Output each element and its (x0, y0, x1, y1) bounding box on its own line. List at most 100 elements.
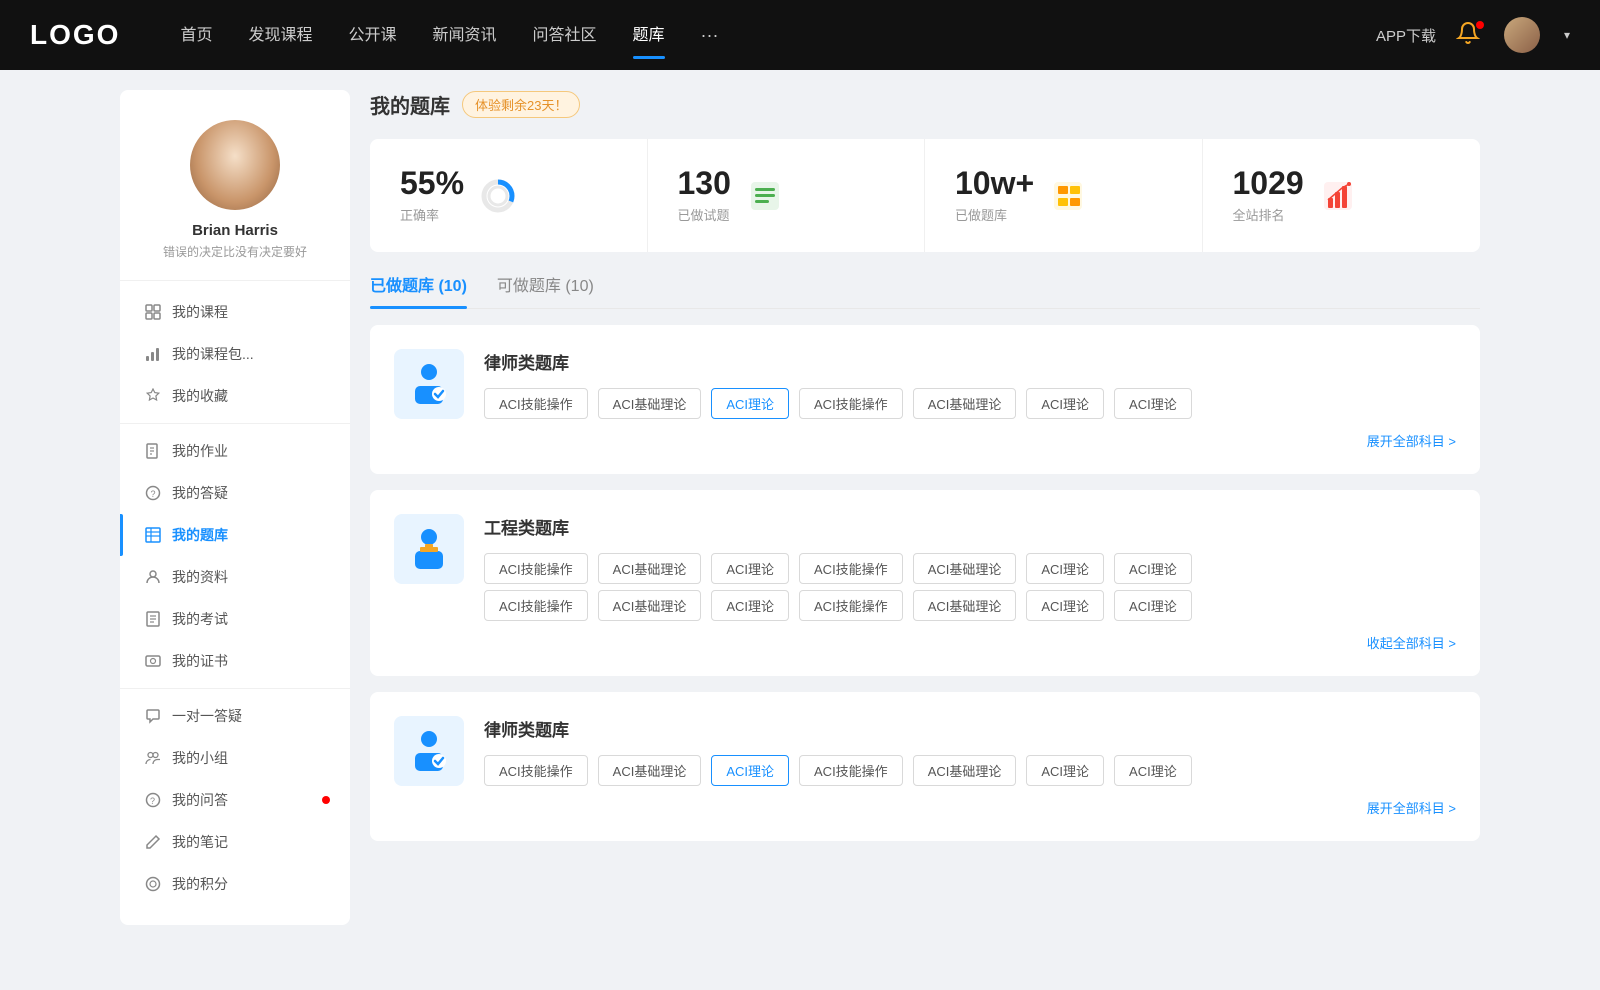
cert-icon (144, 652, 162, 670)
tag-3[interactable]: ACI技能操作 (799, 388, 903, 419)
qbank-card-engineer: 工程类题库 ACI技能操作 ACI基础理论 ACI理论 ACI技能操作 ACI基… (370, 490, 1480, 676)
l2-tag-2[interactable]: ACI理论 (711, 755, 789, 786)
tag-6[interactable]: ACI理论 (1114, 388, 1192, 419)
svg-text:?: ? (150, 796, 155, 806)
avatar-dropdown-arrow[interactable]: ▾ (1564, 28, 1570, 42)
pie-chart-icon (480, 178, 516, 214)
rank-chart-icon (1320, 178, 1356, 214)
nav-opencourse[interactable]: 公开课 (348, 21, 396, 49)
list-icon (747, 178, 783, 214)
sidebar-item-mydata[interactable]: 我的资料 (120, 556, 350, 598)
stat-accuracy-text: 55% 正确率 (400, 167, 464, 224)
eng-tag-13[interactable]: ACI理论 (1114, 590, 1192, 621)
tab-done[interactable]: 已做题库 (10) (370, 272, 467, 308)
sidebar-item-favorites[interactable]: 我的收藏 (120, 375, 350, 417)
l2-tag-1[interactable]: ACI基础理论 (598, 755, 702, 786)
l2-tag-6[interactable]: ACI理论 (1114, 755, 1192, 786)
qbank-engineer-tags-row1: ACI技能操作 ACI基础理论 ACI理论 ACI技能操作 ACI基础理论 AC… (484, 553, 1456, 584)
eng-tag-5[interactable]: ACI理论 (1026, 553, 1104, 584)
notification-bell[interactable] (1456, 21, 1484, 49)
eng-tag-6[interactable]: ACI理论 (1114, 553, 1192, 584)
sidebar-item-qbank[interactable]: 我的题库 (120, 514, 350, 556)
nav-qa[interactable]: 问答社区 (533, 21, 597, 49)
sidebar-item-mycourse[interactable]: 我的课程 (120, 291, 350, 333)
l2-tag-3[interactable]: ACI技能操作 (799, 755, 903, 786)
eng-tag-2[interactable]: ACI理论 (711, 553, 789, 584)
stat-rank-text: 1029 全站排名 (1233, 167, 1304, 224)
l2-tag-5[interactable]: ACI理论 (1026, 755, 1104, 786)
expand-link-1[interactable]: 展开全部科目 > (484, 425, 1456, 450)
l2-tag-4[interactable]: ACI基础理论 (913, 755, 1017, 786)
tag-4[interactable]: ACI基础理论 (913, 388, 1017, 419)
nav-more[interactable]: ··· (701, 25, 719, 46)
svg-text:?: ? (151, 489, 156, 499)
avatar[interactable] (1504, 17, 1540, 53)
qbank-lawyer-2-title: 律师类题库 (484, 716, 1456, 741)
eng-tag-11[interactable]: ACI基础理论 (913, 590, 1017, 621)
nav-news[interactable]: 新闻资讯 (433, 21, 497, 49)
qbank-engineer-title: 工程类题库 (484, 514, 1456, 539)
sidebar-item-mygroup[interactable]: 我的小组 (120, 737, 350, 779)
sidebar-item-mycert[interactable]: 我的证书 (120, 640, 350, 682)
eng-tag-1[interactable]: ACI基础理论 (598, 553, 702, 584)
sidebar-label-homework: 我的作业 (172, 441, 228, 461)
eng-tag-7[interactable]: ACI技能操作 (484, 590, 588, 621)
lawyer2-icon-wrap (394, 716, 464, 786)
eng-tag-0[interactable]: ACI技能操作 (484, 553, 588, 584)
stat-done-questions: 130 已做试题 (648, 139, 926, 252)
sidebar-item-coursepack[interactable]: 我的课程包... (120, 333, 350, 375)
divider (120, 423, 350, 424)
main-content: 我的题库 体验剩余23天！ 55% 正确率 (370, 90, 1480, 990)
eng-tag-10[interactable]: ACI技能操作 (799, 590, 903, 621)
notification-dot (1476, 21, 1484, 29)
bar-icon (144, 345, 162, 363)
lawyer-person-icon (405, 360, 453, 408)
sidebar-item-myqa[interactable]: ? 我的答疑 (120, 472, 350, 514)
sidebar-label-favorites: 我的收藏 (172, 386, 228, 406)
l2-tag-0[interactable]: ACI技能操作 (484, 755, 588, 786)
eng-tag-9[interactable]: ACI理论 (711, 590, 789, 621)
avatar-image (190, 120, 280, 210)
expand-link-3[interactable]: 展开全部科目 > (484, 792, 1456, 817)
sidebar-item-homework[interactable]: 我的作业 (120, 430, 350, 472)
sidebar-item-mypoints[interactable]: 我的积分 (120, 863, 350, 905)
sidebar-label-myexam: 我的考试 (172, 609, 228, 629)
table-icon (144, 526, 162, 544)
done-questions-label: 已做试题 (678, 205, 731, 224)
qa-icon: ? (144, 791, 162, 809)
sidebar-item-mynotes[interactable]: 我的笔记 (120, 821, 350, 863)
eng-tag-3[interactable]: ACI技能操作 (799, 553, 903, 584)
sidebar-item-myexam[interactable]: 我的考试 (120, 598, 350, 640)
qbank-card-lawyer-1: 律师类题库 ACI技能操作 ACI基础理论 ACI理论 ACI技能操作 ACI基… (370, 325, 1480, 474)
tag-0[interactable]: ACI技能操作 (484, 388, 588, 419)
nav-discover[interactable]: 发现课程 (248, 21, 312, 49)
pencil-icon (144, 833, 162, 851)
qbank-engineer-body: 工程类题库 ACI技能操作 ACI基础理论 ACI理论 ACI技能操作 ACI基… (484, 514, 1456, 652)
accuracy-value: 55% (400, 167, 464, 199)
qbank-lawyer-1-tags: ACI技能操作 ACI基础理论 ACI理论 ACI技能操作 ACI基础理论 AC… (484, 388, 1456, 419)
stat-accuracy: 55% 正确率 (370, 139, 648, 252)
sidebar-label-mygroup: 我的小组 (172, 748, 228, 768)
tag-2[interactable]: ACI理论 (711, 388, 789, 419)
sidebar-profile: Brian Harris 错误的决定比没有决定要好 (120, 120, 350, 281)
stat-done-text: 130 已做试题 (678, 167, 731, 224)
sidebar-item-myanswer[interactable]: ? 我的问答 (120, 779, 350, 821)
tab-available[interactable]: 可做题库 (10) (497, 272, 594, 308)
eng-tag-4[interactable]: ACI基础理论 (913, 553, 1017, 584)
app-download-link[interactable]: APP下载 (1376, 25, 1436, 46)
page-header: 我的题库 体验剩余23天！ (370, 90, 1480, 119)
qbank-card-lawyer-2: 律师类题库 ACI技能操作 ACI基础理论 ACI理论 ACI技能操作 ACI基… (370, 692, 1480, 841)
nav-qbank[interactable]: 题库 (633, 21, 665, 49)
eng-tag-8[interactable]: ACI基础理论 (598, 590, 702, 621)
points-icon (144, 875, 162, 893)
qbank-lawyer-2-tags: ACI技能操作 ACI基础理论 ACI理论 ACI技能操作 ACI基础理论 AC… (484, 755, 1456, 786)
sidebar-motto: 错误的决定比没有决定要好 (143, 243, 327, 260)
sidebar-item-oneone[interactable]: 一对一答疑 (120, 695, 350, 737)
tag-5[interactable]: ACI理论 (1026, 388, 1104, 419)
help-icon: ? (144, 484, 162, 502)
collapse-link[interactable]: 收起全部科目 > (484, 627, 1456, 652)
nav-home[interactable]: 首页 (180, 21, 212, 49)
trial-badge: 体验剩余23天！ (462, 91, 580, 118)
eng-tag-12[interactable]: ACI理论 (1026, 590, 1104, 621)
tag-1[interactable]: ACI基础理论 (598, 388, 702, 419)
